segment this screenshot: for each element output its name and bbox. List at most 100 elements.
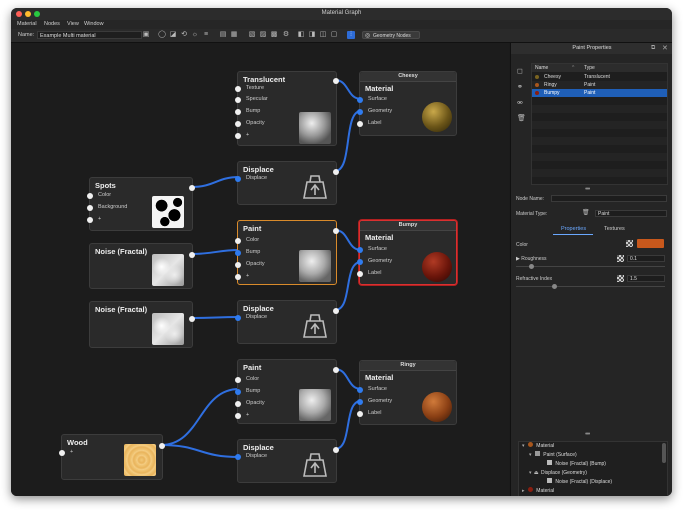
node-displace-2[interactable]: Displace Displace [235, 300, 339, 344]
node-noise-fractal-2[interactable]: Noise (Fractal) [89, 301, 195, 348]
roughness-slider-knob[interactable] [528, 264, 534, 269]
expand-chevron-icon[interactable]: ▸ [522, 488, 525, 494]
port-socket[interactable] [357, 259, 363, 265]
align-icon[interactable]: ▤ [219, 31, 227, 39]
port-socket[interactable] [235, 97, 241, 103]
port-socket[interactable] [235, 86, 241, 92]
layout-full-icon[interactable]: ▢ [330, 31, 338, 39]
light-icon[interactable]: ☼ [191, 31, 199, 39]
splitter-handle[interactable]: ••• [585, 431, 590, 438]
geometry-nodes-button[interactable]: ◎ Geometry Nodes [362, 31, 420, 39]
port-socket[interactable] [87, 193, 93, 199]
column-header-type[interactable]: Type [584, 64, 595, 72]
port-socket[interactable] [235, 250, 241, 256]
graph-view-icon[interactable]: ⫶ [347, 31, 355, 39]
port-socket[interactable] [357, 97, 363, 103]
port-socket[interactable] [235, 262, 241, 268]
node-displace-3[interactable]: Displace Displace [235, 439, 339, 483]
port-socket[interactable] [235, 274, 241, 280]
tree-item[interactable]: ▾ ⏏ Displace (Geometry) [529, 469, 587, 478]
texture-slot-icon[interactable] [617, 275, 624, 282]
grid-icon[interactable]: ▦ [230, 31, 238, 39]
node-group-icon[interactable]: ▩ [270, 31, 278, 39]
material-name-input[interactable]: Example Multi material [37, 31, 142, 39]
output-socket[interactable] [333, 228, 339, 234]
layout-center-icon[interactable]: ◫ [319, 31, 327, 39]
roughness-slider-track[interactable] [516, 266, 665, 267]
tree-item[interactable]: ▾ Material [522, 442, 554, 451]
refractive-slider-knob[interactable] [552, 284, 557, 289]
node-material-bumpy[interactable]: Bumpy Material Surface Geometry Label [357, 220, 457, 285]
output-socket[interactable] [189, 316, 195, 322]
sphere-preview-icon[interactable]: ◯ [158, 31, 166, 39]
trash-icon[interactable]: 🗑 [517, 114, 526, 122]
node-link-icon[interactable]: ▨ [259, 31, 267, 39]
tree-item[interactable]: ▾ Paint (Surface) [529, 451, 577, 460]
output-socket[interactable] [159, 443, 165, 449]
port-socket[interactable] [235, 377, 241, 383]
tree-item[interactable]: Noise (Fractal) (Displace) [545, 478, 612, 487]
port-socket[interactable] [87, 205, 93, 211]
port-socket[interactable] [235, 109, 241, 115]
texture-slot-icon[interactable] [617, 255, 624, 262]
tree-item[interactable]: Noise (Fractal) (Bump) [545, 460, 606, 469]
node-translucent[interactable]: Translucent Texture Specular Bump Opacit… [235, 71, 339, 146]
port-socket[interactable] [357, 109, 363, 115]
output-socket[interactable] [333, 308, 339, 314]
node-material-cheesy[interactable]: Cheesy Material Surface Geometry Label [357, 71, 457, 136]
layers-icon[interactable]: ≡ [202, 31, 210, 39]
settings-icon[interactable]: ⚙ [282, 31, 290, 39]
splitter-handle[interactable]: ••• [585, 186, 590, 193]
node-name-input[interactable] [551, 195, 667, 202]
tree-item[interactable]: ▸ Material [522, 487, 554, 496]
close-panel-icon[interactable]: ✕ [662, 44, 668, 52]
node-noise-fractal-1[interactable]: Noise (Fractal) [89, 243, 195, 289]
table-row[interactable]: Cheesy Translucent [532, 73, 667, 81]
port-socket[interactable] [357, 271, 363, 277]
table-row[interactable]: Bumpy Paint [532, 89, 667, 97]
refractive-index-input[interactable]: 1.5 [627, 275, 665, 282]
menu-nodes[interactable]: Nodes [44, 21, 60, 27]
output-socket[interactable] [189, 252, 195, 258]
collapse-chevron-icon[interactable]: ▾ [522, 443, 525, 449]
output-socket[interactable] [333, 367, 339, 373]
layout-left-icon[interactable]: ◧ [297, 31, 305, 39]
layout-right-icon[interactable]: ◨ [308, 31, 316, 39]
node-add-icon[interactable]: ▧ [248, 31, 256, 39]
node-wood[interactable]: Wood + [59, 434, 165, 480]
unlink-icon[interactable]: ⚮ [517, 99, 523, 107]
expand-chevron-icon[interactable]: ▶ [516, 256, 520, 262]
tree-scrollbar[interactable] [662, 443, 666, 463]
port-socket[interactable] [357, 399, 363, 405]
menu-view[interactable]: View [67, 21, 79, 27]
detach-icon[interactable]: ⧉ [651, 45, 655, 52]
table-row[interactable]: Ringy Paint [532, 81, 667, 89]
menu-material[interactable]: Material [17, 21, 37, 27]
port-socket[interactable] [357, 121, 363, 127]
material-type-select[interactable]: Paint [595, 210, 667, 217]
tab-properties[interactable]: Properties [561, 226, 586, 232]
port-socket[interactable] [235, 121, 241, 127]
roughness-input[interactable]: 0.1 [627, 255, 665, 262]
collapse-chevron-icon[interactable]: ▾ [529, 452, 532, 458]
rotate-icon[interactable]: ⟲ [180, 31, 188, 39]
new-material-icon[interactable]: ◻ [517, 67, 523, 75]
port-socket[interactable] [357, 247, 363, 253]
port-socket[interactable] [357, 411, 363, 417]
output-socket[interactable] [333, 78, 339, 84]
port-socket[interactable] [235, 454, 241, 460]
port-socket[interactable] [235, 413, 241, 419]
trash-icon[interactable]: 🗑 [582, 209, 590, 216]
port-socket[interactable] [235, 315, 241, 321]
column-header-name[interactable]: Name [535, 64, 548, 72]
node-paint-1[interactable]: Paint Color Bump Opacity + [235, 220, 339, 285]
tab-textures[interactable]: Textures [604, 226, 625, 232]
port-socket[interactable] [59, 450, 65, 456]
port-socket[interactable] [235, 401, 241, 407]
link-icon[interactable]: ⚭ [517, 83, 523, 91]
output-socket[interactable] [189, 185, 195, 191]
cube-preview-icon[interactable]: ◪ [169, 31, 177, 39]
node-paint-2[interactable]: Paint Color Bump Opacity + [235, 359, 339, 424]
output-socket[interactable] [333, 169, 339, 175]
port-socket[interactable] [87, 217, 93, 223]
